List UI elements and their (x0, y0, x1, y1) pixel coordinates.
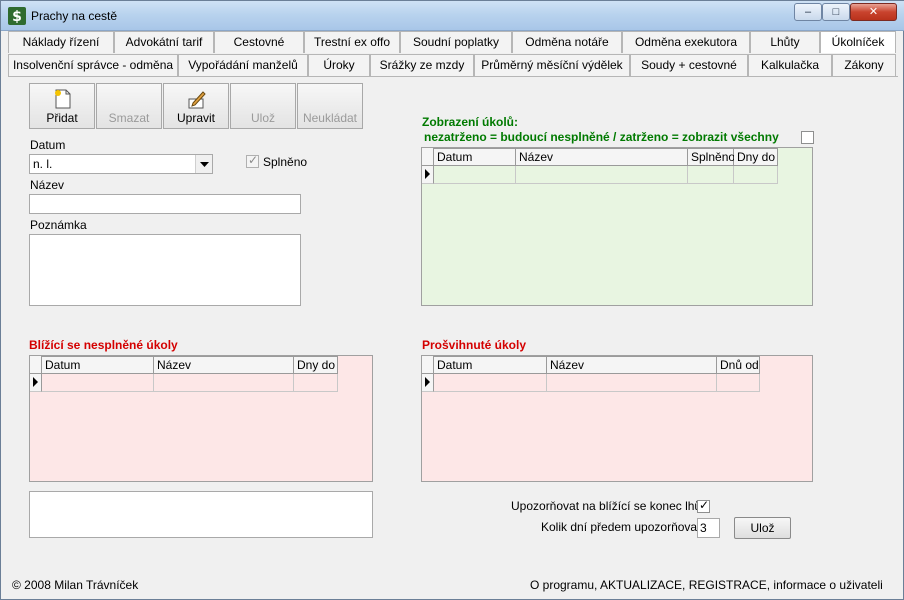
days-input[interactable] (697, 518, 720, 538)
done-checkbox[interactable]: ✓ (246, 153, 259, 168)
column-header-date[interactable]: Datum (42, 356, 154, 374)
minimize-button[interactable]: – (794, 3, 822, 21)
date-select[interactable]: n. l. (29, 154, 213, 174)
column-header-date[interactable]: Datum (434, 148, 516, 166)
tab-panel-border (8, 76, 898, 77)
column-header-name[interactable]: Název (516, 148, 688, 166)
checkmark-icon: ✓ (699, 498, 710, 512)
table-cell[interactable] (434, 166, 516, 184)
table-cell[interactable] (717, 374, 760, 392)
save-settings-button[interactable]: Ulož (734, 517, 791, 539)
edit-button[interactable]: Upravit (163, 83, 229, 129)
add-button[interactable]: Přidat (29, 83, 95, 129)
date-select-value: n. l. (33, 157, 53, 171)
discard-button-label: Neukládat (302, 111, 358, 125)
tasks-view-hint: nezatrženo = budoucí nesplněné / zatržen… (424, 130, 779, 144)
tab-vyporadani-manzelu[interactable]: Vypořádání manželů (178, 54, 308, 76)
row-pointer-icon (422, 374, 434, 392)
tab-odmena-notare[interactable]: Odměna notáře (512, 31, 622, 53)
tab-kalkulacka[interactable]: Kalkulačka (748, 54, 832, 76)
notify-label: Upozorňovat na blížící se konec lhůt (511, 499, 705, 513)
date-label: Datum (30, 138, 66, 152)
note-label: Poznámka (30, 218, 87, 232)
tab-ukolnicek[interactable]: Úkolníček (820, 31, 896, 53)
table-cell[interactable] (516, 166, 688, 184)
upcoming-grid[interactable]: Datum Název Dny do (29, 355, 373, 482)
tab-srazky-ze-mzdy[interactable]: Srážky ze mzdy (370, 54, 474, 76)
tab-cestovne[interactable]: Cestovné (214, 31, 304, 53)
table-cell[interactable] (688, 166, 734, 184)
tab-zakony[interactable]: Zákony (832, 54, 896, 76)
table-cell[interactable] (734, 166, 778, 184)
table-cell[interactable] (547, 374, 717, 392)
title-bar[interactable]: $ Prachy na cestě – □ ✕ (1, 1, 904, 31)
add-button-label: Přidat (46, 111, 78, 125)
tab-advokatni-tarif[interactable]: Advokátní tarif (114, 31, 214, 53)
maximize-button[interactable]: □ (822, 3, 850, 21)
window-title: Prachy na cestě (31, 9, 118, 23)
column-header-name[interactable]: Název (547, 356, 717, 374)
checkmark-icon: ✓ (248, 153, 259, 167)
name-input[interactable] (29, 194, 301, 214)
about-link[interactable]: O programu, AKTUALIZACE, REGISTRACE, inf… (530, 578, 883, 592)
row-pointer-icon (422, 166, 434, 184)
tab-prumerny-mesicni-vydelek[interactable]: Průměrný měsíční výdělek (474, 54, 630, 76)
column-header-name[interactable]: Název (154, 356, 294, 374)
note-textarea[interactable] (29, 234, 301, 306)
name-label: Název (30, 178, 65, 192)
grid-corner (422, 148, 434, 166)
overdue-grid[interactable]: Datum Název Dnů od (421, 355, 813, 482)
tab-insolvencni-spravce[interactable]: Insolvenční správce - odměna (8, 54, 178, 76)
save-button[interactable]: Ulož (230, 83, 296, 129)
days-label: Kolik dní předem upozorňovat (541, 520, 701, 534)
edit-pencil-icon (188, 91, 206, 109)
close-button[interactable]: ✕ (850, 3, 897, 21)
tasks-view-title: Zobrazení úkolů: (422, 115, 518, 129)
table-cell[interactable] (434, 374, 547, 392)
row-pointer-icon (30, 374, 42, 392)
table-cell[interactable] (154, 374, 294, 392)
show-all-checkbox[interactable] (801, 131, 814, 144)
tab-naklady-rizeni[interactable]: Náklady řízení (8, 31, 114, 53)
save-button-label: Ulož (250, 111, 275, 125)
upcoming-title: Blížící se nesplněné úkoly (29, 338, 178, 352)
app-logo-icon: $ (8, 7, 26, 25)
tasks-grid[interactable]: Datum Název Splněno Dny do (421, 147, 813, 306)
tab-soudy-cestovne[interactable]: Soudy + cestovné (630, 54, 748, 76)
column-header-date[interactable]: Datum (434, 356, 547, 374)
tab-soudni-poplatky[interactable]: Soudní poplatky (400, 31, 512, 53)
delete-button-label: Smazat (108, 111, 150, 125)
column-header-days-since[interactable]: Dnů od (717, 356, 760, 374)
notify-checkbox[interactable]: ✓ (697, 498, 710, 513)
table-cell[interactable] (294, 374, 338, 392)
column-header-days-until[interactable]: Dny do (294, 356, 338, 374)
tab-trestni-ex-offo[interactable]: Trestní ex offo (304, 31, 400, 53)
tab-row-1: Náklady řízení Advokátní tarif Cestovné … (8, 31, 898, 53)
svg-text:$: $ (12, 9, 22, 25)
delete-button[interactable]: Smazat (96, 83, 162, 129)
overdue-title: Prošvihnuté úkoly (422, 338, 527, 352)
tab-lhuty[interactable]: Lhůty (750, 31, 820, 53)
info-textbox[interactable] (29, 491, 373, 538)
discard-button[interactable]: Neukládat (297, 83, 363, 129)
copyright-text: © 2008 Milan Trávníček (12, 578, 139, 592)
column-header-days-until[interactable]: Dny do (734, 148, 778, 166)
tab-row-2: Insolvenční správce - odměna Vypořádání … (8, 54, 898, 76)
new-document-icon (55, 89, 71, 109)
table-cell[interactable] (42, 374, 154, 392)
tab-odmena-exekutora[interactable]: Odměna exekutora (622, 31, 750, 53)
tab-uroky[interactable]: Úroky (308, 54, 370, 76)
grid-corner (422, 356, 434, 374)
chevron-down-icon[interactable] (195, 155, 212, 173)
grid-corner (30, 356, 42, 374)
done-label: Splněno (263, 155, 308, 169)
app-window: $ Prachy na cestě – □ ✕ Náklady řízení A… (0, 0, 904, 600)
edit-button-label: Upravit (176, 111, 215, 125)
column-header-done[interactable]: Splněno (688, 148, 735, 166)
